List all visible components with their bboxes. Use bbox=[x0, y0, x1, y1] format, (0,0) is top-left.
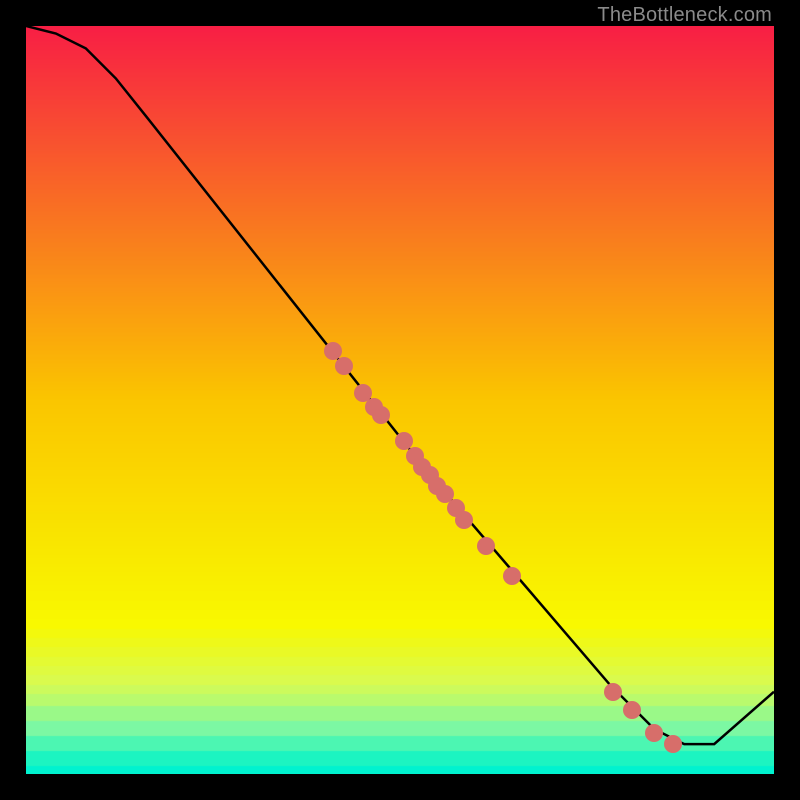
data-point-p16 bbox=[604, 683, 622, 701]
data-point-p14 bbox=[477, 537, 495, 555]
data-point-p13 bbox=[455, 511, 473, 529]
data-point-p15 bbox=[503, 567, 521, 585]
watermark-text: TheBottleneck.com bbox=[597, 4, 772, 27]
plot-area bbox=[26, 26, 774, 774]
outer-frame: TheBottleneck.com bbox=[0, 0, 800, 800]
data-point-p19 bbox=[664, 735, 682, 753]
gradient-background bbox=[26, 26, 774, 774]
